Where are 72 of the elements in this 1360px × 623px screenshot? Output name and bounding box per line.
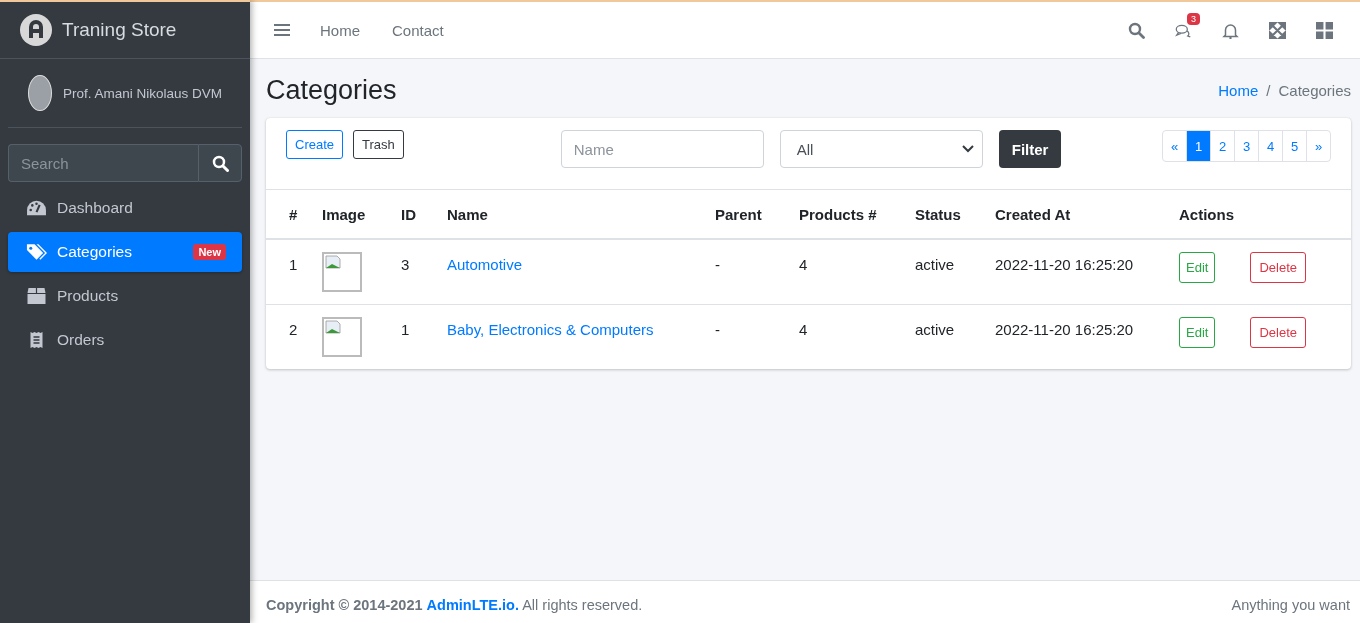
sidebar-item[interactable]: Categories New [8,232,242,272]
search-button[interactable] [198,144,242,182]
edit-button[interactable]: Edit [1179,316,1216,348]
search-icon[interactable] [1128,21,1145,39]
status-dropdown[interactable]: All [779,130,983,168]
grid-icon[interactable] [1316,21,1333,39]
sidebar-item[interactable]: Dashboard [8,188,242,228]
user-avatar [28,75,52,111]
column-header: Name [447,205,488,223]
brand-name[interactable]: Traning Store [62,19,177,41]
table-cell: 3 [401,256,410,273]
filter-button[interactable]: Filter [998,130,1062,168]
menu-icon[interactable] [274,23,290,37]
footer-text: Anything you want [1231,597,1350,613]
create-button[interactable]: Create [286,130,344,159]
page-link[interactable]: 5 [1282,131,1306,161]
column-header: Products # [799,205,877,223]
edit-button[interactable]: Edit [1179,252,1216,283]
delete-button[interactable]: Delete [1250,252,1306,283]
table-cell: 2022-11-20 16:25:20 [995,320,1134,338]
image-placeholder [322,316,362,357]
chevron-down-icon [961,145,974,153]
table-cell: - [715,320,720,338]
page-link[interactable]: 3 [1234,131,1258,161]
sidebar-item[interactable]: Products [8,276,242,316]
column-header: # [289,205,298,223]
table-cell: active [915,320,955,338]
search-field[interactable]: Search [8,144,198,182]
box-icon [26,287,47,305]
table-cell: 4 [799,256,808,273]
column-header: Actions [1179,205,1234,223]
page-link[interactable]: 1 [1186,131,1210,161]
sidebar-item[interactable]: Orders [8,320,242,360]
logo-icon [20,14,52,46]
page-link[interactable]: « [1163,131,1186,161]
tags-icon [26,243,47,261]
expand-icon[interactable] [1269,21,1286,39]
breadcrumb-current: Categories [1278,82,1351,99]
table-cell: 1 [401,320,410,338]
table-cell: 4 [799,320,808,338]
table-cell: 2 [289,320,298,338]
user-name[interactable]: Prof. Amani Nikolaus DVM [62,85,222,101]
nav-link[interactable]: Contact [376,21,460,39]
breadcrumb-separator: / [1266,82,1271,99]
bell-icon[interactable] [1222,21,1239,39]
footer-copyright: Copyright © 2014-2021 AdminLTE.io. All rights reserved. [266,597,643,613]
category-link[interactable]: Baby, Electronics & Computers [447,320,654,338]
trash-button[interactable]: Trash [353,130,404,159]
table-cell: 2022-11-20 16:25:20 [995,256,1134,273]
page-title: Categories [266,75,397,106]
column-header: Image [322,205,366,223]
category-link[interactable]: Automotive [447,256,523,273]
column-header: Created At [995,205,1071,223]
gauge-icon [26,199,47,217]
new-badge: New [193,244,226,260]
table-cell: - [715,256,720,273]
nav-link[interactable]: Home [304,21,376,39]
table-cell: 1 [289,256,298,273]
page-link[interactable]: » [1306,131,1330,161]
table-cell: active [915,256,955,273]
message-count-badge: 3 [1187,12,1200,25]
adminlte-link[interactable]: AdminLTE.io. [426,597,519,613]
delete-button[interactable]: Delete [1250,316,1306,348]
page-link[interactable]: 4 [1258,131,1282,161]
image-placeholder [322,252,362,292]
breadcrumb-link[interactable]: Home [1218,82,1259,99]
column-header: ID [401,205,416,223]
name-field[interactable]: Name [560,130,764,168]
column-header: Status [915,205,961,223]
column-header: Parent [715,205,762,223]
page-link[interactable]: 2 [1210,131,1234,161]
search-icon [211,154,229,172]
